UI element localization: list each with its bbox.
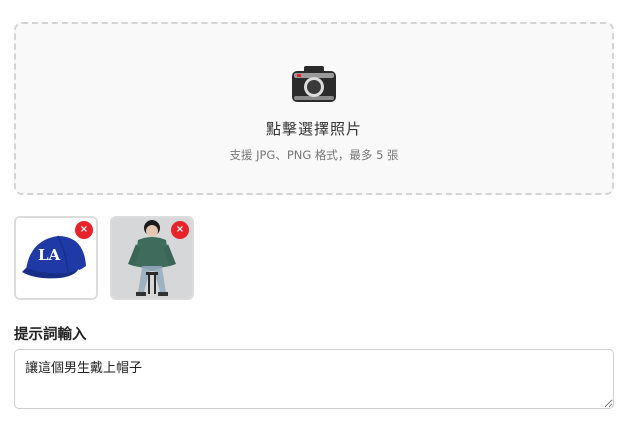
prompt-input[interactable]: 讓這個男生戴上帽子: [14, 349, 614, 409]
prompt-label: 提示詞輸入: [14, 327, 87, 343]
svg-text:47: 47: [76, 269, 84, 276]
upload-title: 點擊選擇照片: [265, 120, 362, 138]
remove-thumbnail-button[interactable]: ×: [171, 221, 189, 239]
upload-hint: 支援 JPG、PNG 格式，最多 5 張: [229, 148, 399, 162]
svg-text:LA: LA: [38, 246, 61, 264]
camera-icon: [292, 66, 336, 102]
thumbnail-man[interactable]: ×: [110, 216, 194, 300]
thumbnail-list: LA 47 × ×: [14, 216, 194, 300]
remove-thumbnail-button[interactable]: ×: [75, 221, 93, 239]
photo-upload-dropzone[interactable]: 點擊選擇照片 支援 JPG、PNG 格式，最多 5 張: [14, 22, 614, 195]
thumbnail-cap[interactable]: LA 47 ×: [14, 216, 98, 300]
